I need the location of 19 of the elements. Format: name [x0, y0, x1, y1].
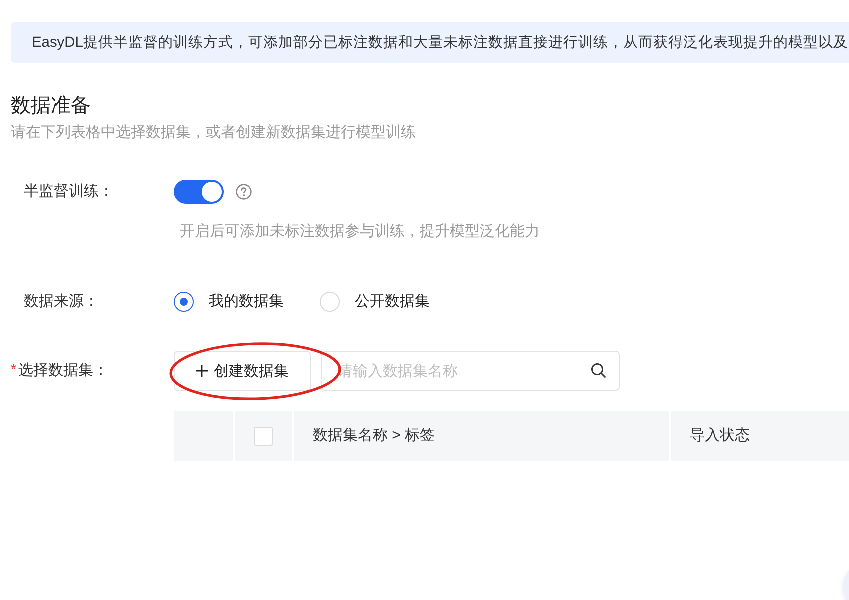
section-subtitle: 请在下列表格中选择数据集，或者创建新数据集进行模型训练: [11, 123, 416, 143]
field-label: 数据来源：: [24, 292, 99, 312]
column-header: 导入状态: [690, 426, 750, 446]
radio-button[interactable]: [174, 292, 194, 312]
field-label: 半监督训练：: [24, 182, 114, 202]
field-label: 选择数据集：: [18, 361, 108, 381]
toggle-switch[interactable]: [174, 180, 224, 204]
help-icon[interactable]: [236, 184, 252, 200]
plus-icon: [196, 365, 208, 377]
search-icon[interactable]: [591, 363, 606, 378]
required-mark: *: [11, 362, 16, 376]
column-header: 数据集名称 > 标签: [313, 426, 436, 446]
banner-text: EasyDL提供半监督的训练方式，可添加部分已标注数据和大量未标注数据直接进行训练，从而获得泛化表现提升的模型以及: [32, 34, 848, 52]
hint-text: 开启后可添加未标注数据参与训练，提升模型泛化能力: [180, 222, 540, 242]
checkbox[interactable]: [254, 426, 273, 446]
create-dataset-button[interactable]: 创建数据集: [174, 351, 311, 391]
section-title: 数据准备: [11, 94, 91, 118]
radio-label[interactable]: 我的数据集: [209, 292, 284, 312]
radio-label[interactable]: 公开数据集: [355, 292, 430, 312]
